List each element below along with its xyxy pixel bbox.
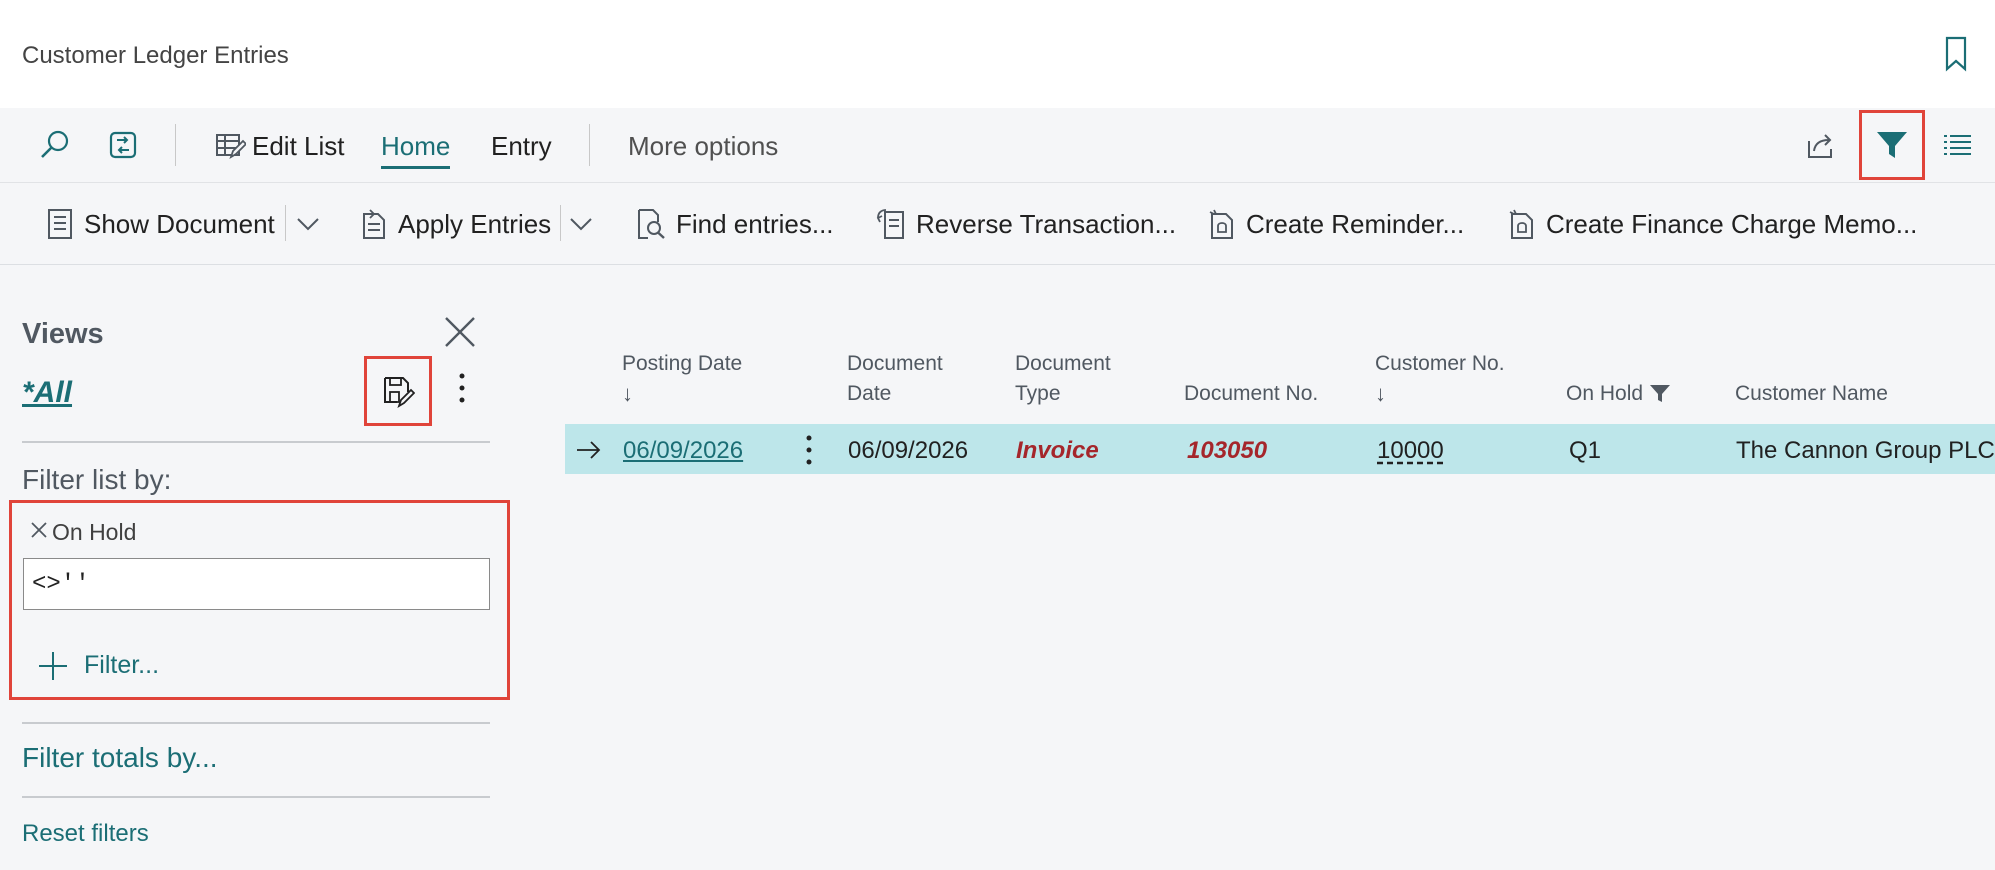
column-header-label: Date [847, 382, 892, 405]
add-filter-link[interactable]: Filter... [84, 651, 159, 680]
reverse-transaction-label: Reverse Transaction... [916, 208, 1177, 239]
tab-entry[interactable]: Entry [491, 131, 552, 162]
split-separator [285, 205, 286, 241]
cell-customer-no[interactable]: 10000 [1377, 437, 1444, 465]
column-header-label: Type [1015, 382, 1061, 405]
divider [22, 796, 490, 798]
save-view-icon [384, 377, 415, 408]
find-entries-icon [638, 209, 665, 239]
cell-posting-date[interactable]: 06/09/2026 [623, 437, 743, 465]
divider [22, 441, 490, 443]
close-icon[interactable] [442, 314, 478, 350]
create-reminder-label: Create Reminder... [1246, 208, 1465, 239]
sort-descending-icon: ↓ [1375, 381, 1386, 406]
apply-entries-label: Apply Entries [398, 208, 552, 239]
active-filter-box: On Hold <>'' Filter... [9, 500, 510, 700]
column-header-label: Customer No. [1375, 352, 1505, 375]
column-header-customer-name[interactable]: Customer Name [1735, 379, 1888, 409]
column-header-label: Customer Name [1735, 382, 1888, 405]
column-header-customer-no[interactable]: Customer No. ↓ [1375, 349, 1505, 409]
share-icon[interactable] [1802, 126, 1840, 164]
filter-value-input[interactable]: <>'' [23, 558, 490, 610]
plus-icon[interactable] [38, 651, 68, 681]
apply-entries-button[interactable]: Apply Entries [360, 205, 551, 243]
page-title: Customer Ledger Entries [22, 42, 289, 69]
chevron-down-icon[interactable] [568, 211, 594, 237]
column-header-document-date[interactable]: Document Date [847, 349, 943, 409]
column-header-label: Posting Date [622, 352, 743, 375]
current-view-link[interactable]: *All [22, 376, 72, 410]
chevron-down-icon[interactable] [295, 211, 321, 237]
more-options-button[interactable]: More options [628, 131, 778, 162]
create-finance-charge-memo-icon [1509, 209, 1533, 239]
column-header-on-hold[interactable]: On Hold [1566, 379, 1671, 409]
page-switch-icon[interactable] [104, 126, 142, 164]
divider [22, 722, 490, 724]
create-reminder-button[interactable]: Create Reminder... [1208, 205, 1464, 243]
filter-icon [1650, 385, 1671, 402]
column-header-label: Document [1015, 352, 1111, 375]
column-header-document-type[interactable]: Document Type [1015, 349, 1111, 409]
sort-descending-icon: ↓ [622, 381, 633, 406]
action-bar: Edit List Home Entry More options [0, 108, 1995, 183]
column-header-label: Document No. [1184, 382, 1319, 405]
create-finance-charge-memo-label: Create Finance Charge Memo... [1546, 208, 1918, 239]
create-finance-charge-memo-button[interactable]: Create Finance Charge Memo... [1508, 205, 1917, 243]
find-entries-label: Find entries... [676, 208, 834, 239]
filter-field-label: On Hold [52, 519, 137, 545]
save-view-button[interactable] [364, 356, 432, 426]
reverse-transaction-button[interactable]: Reverse Transaction... [876, 205, 1176, 243]
filter-pane-toggle-button[interactable] [1859, 110, 1925, 180]
show-document-button[interactable]: Show Document [46, 205, 275, 243]
views-heading: Views [22, 318, 104, 350]
reset-filters-link[interactable]: Reset filters [22, 820, 149, 848]
filter-pane: Views *All Filter list by: On Hold <>'' … [0, 266, 515, 870]
bookmark-icon[interactable] [1944, 36, 1968, 72]
edit-list-icon[interactable] [211, 126, 249, 164]
list-view-icon[interactable] [1938, 126, 1976, 164]
cell-document-date: 06/09/2026 [848, 437, 969, 464]
search-icon[interactable] [36, 126, 74, 164]
promoted-actions-bar: Show Document Apply Entries Find entries… [0, 183, 1995, 265]
toolbar-separator [589, 124, 590, 166]
column-header-document-no[interactable]: Document No. [1184, 379, 1318, 409]
column-header-label: On Hold [1566, 382, 1644, 405]
tab-home[interactable]: Home [381, 131, 451, 169]
cell-document-type: Invoice [1016, 437, 1099, 464]
filter-icon [1877, 132, 1907, 158]
remove-filter-icon[interactable] [30, 521, 48, 539]
find-entries-button[interactable]: Find entries... [636, 205, 834, 243]
title-bar: Customer Ledger Entries [0, 0, 1995, 108]
view-more-options-icon[interactable] [452, 370, 472, 406]
column-header-posting-date[interactable]: Posting Date ↓ [622, 349, 742, 409]
row-actions-icon[interactable] [803, 432, 815, 468]
arrow-right-icon [577, 441, 601, 459]
document-icon [48, 209, 72, 239]
toolbar-separator [175, 124, 176, 166]
create-reminder-icon [1209, 209, 1233, 239]
cell-customer-name: The Cannon Group PLC [1736, 437, 1995, 464]
edit-list-button[interactable]: Edit List [252, 131, 345, 162]
reverse-transaction-icon [876, 209, 904, 239]
cell-document-no[interactable]: 103050 [1187, 437, 1267, 465]
show-document-label: Show Document [84, 208, 275, 239]
filter-list-by-label: Filter list by: [22, 464, 172, 495]
split-separator [560, 205, 561, 241]
filter-totals-by-link[interactable]: Filter totals by... [22, 742, 218, 774]
apply-entries-icon [363, 209, 385, 239]
column-header-label: Document [847, 352, 943, 375]
cell-on-hold: Q1 [1569, 437, 1602, 464]
